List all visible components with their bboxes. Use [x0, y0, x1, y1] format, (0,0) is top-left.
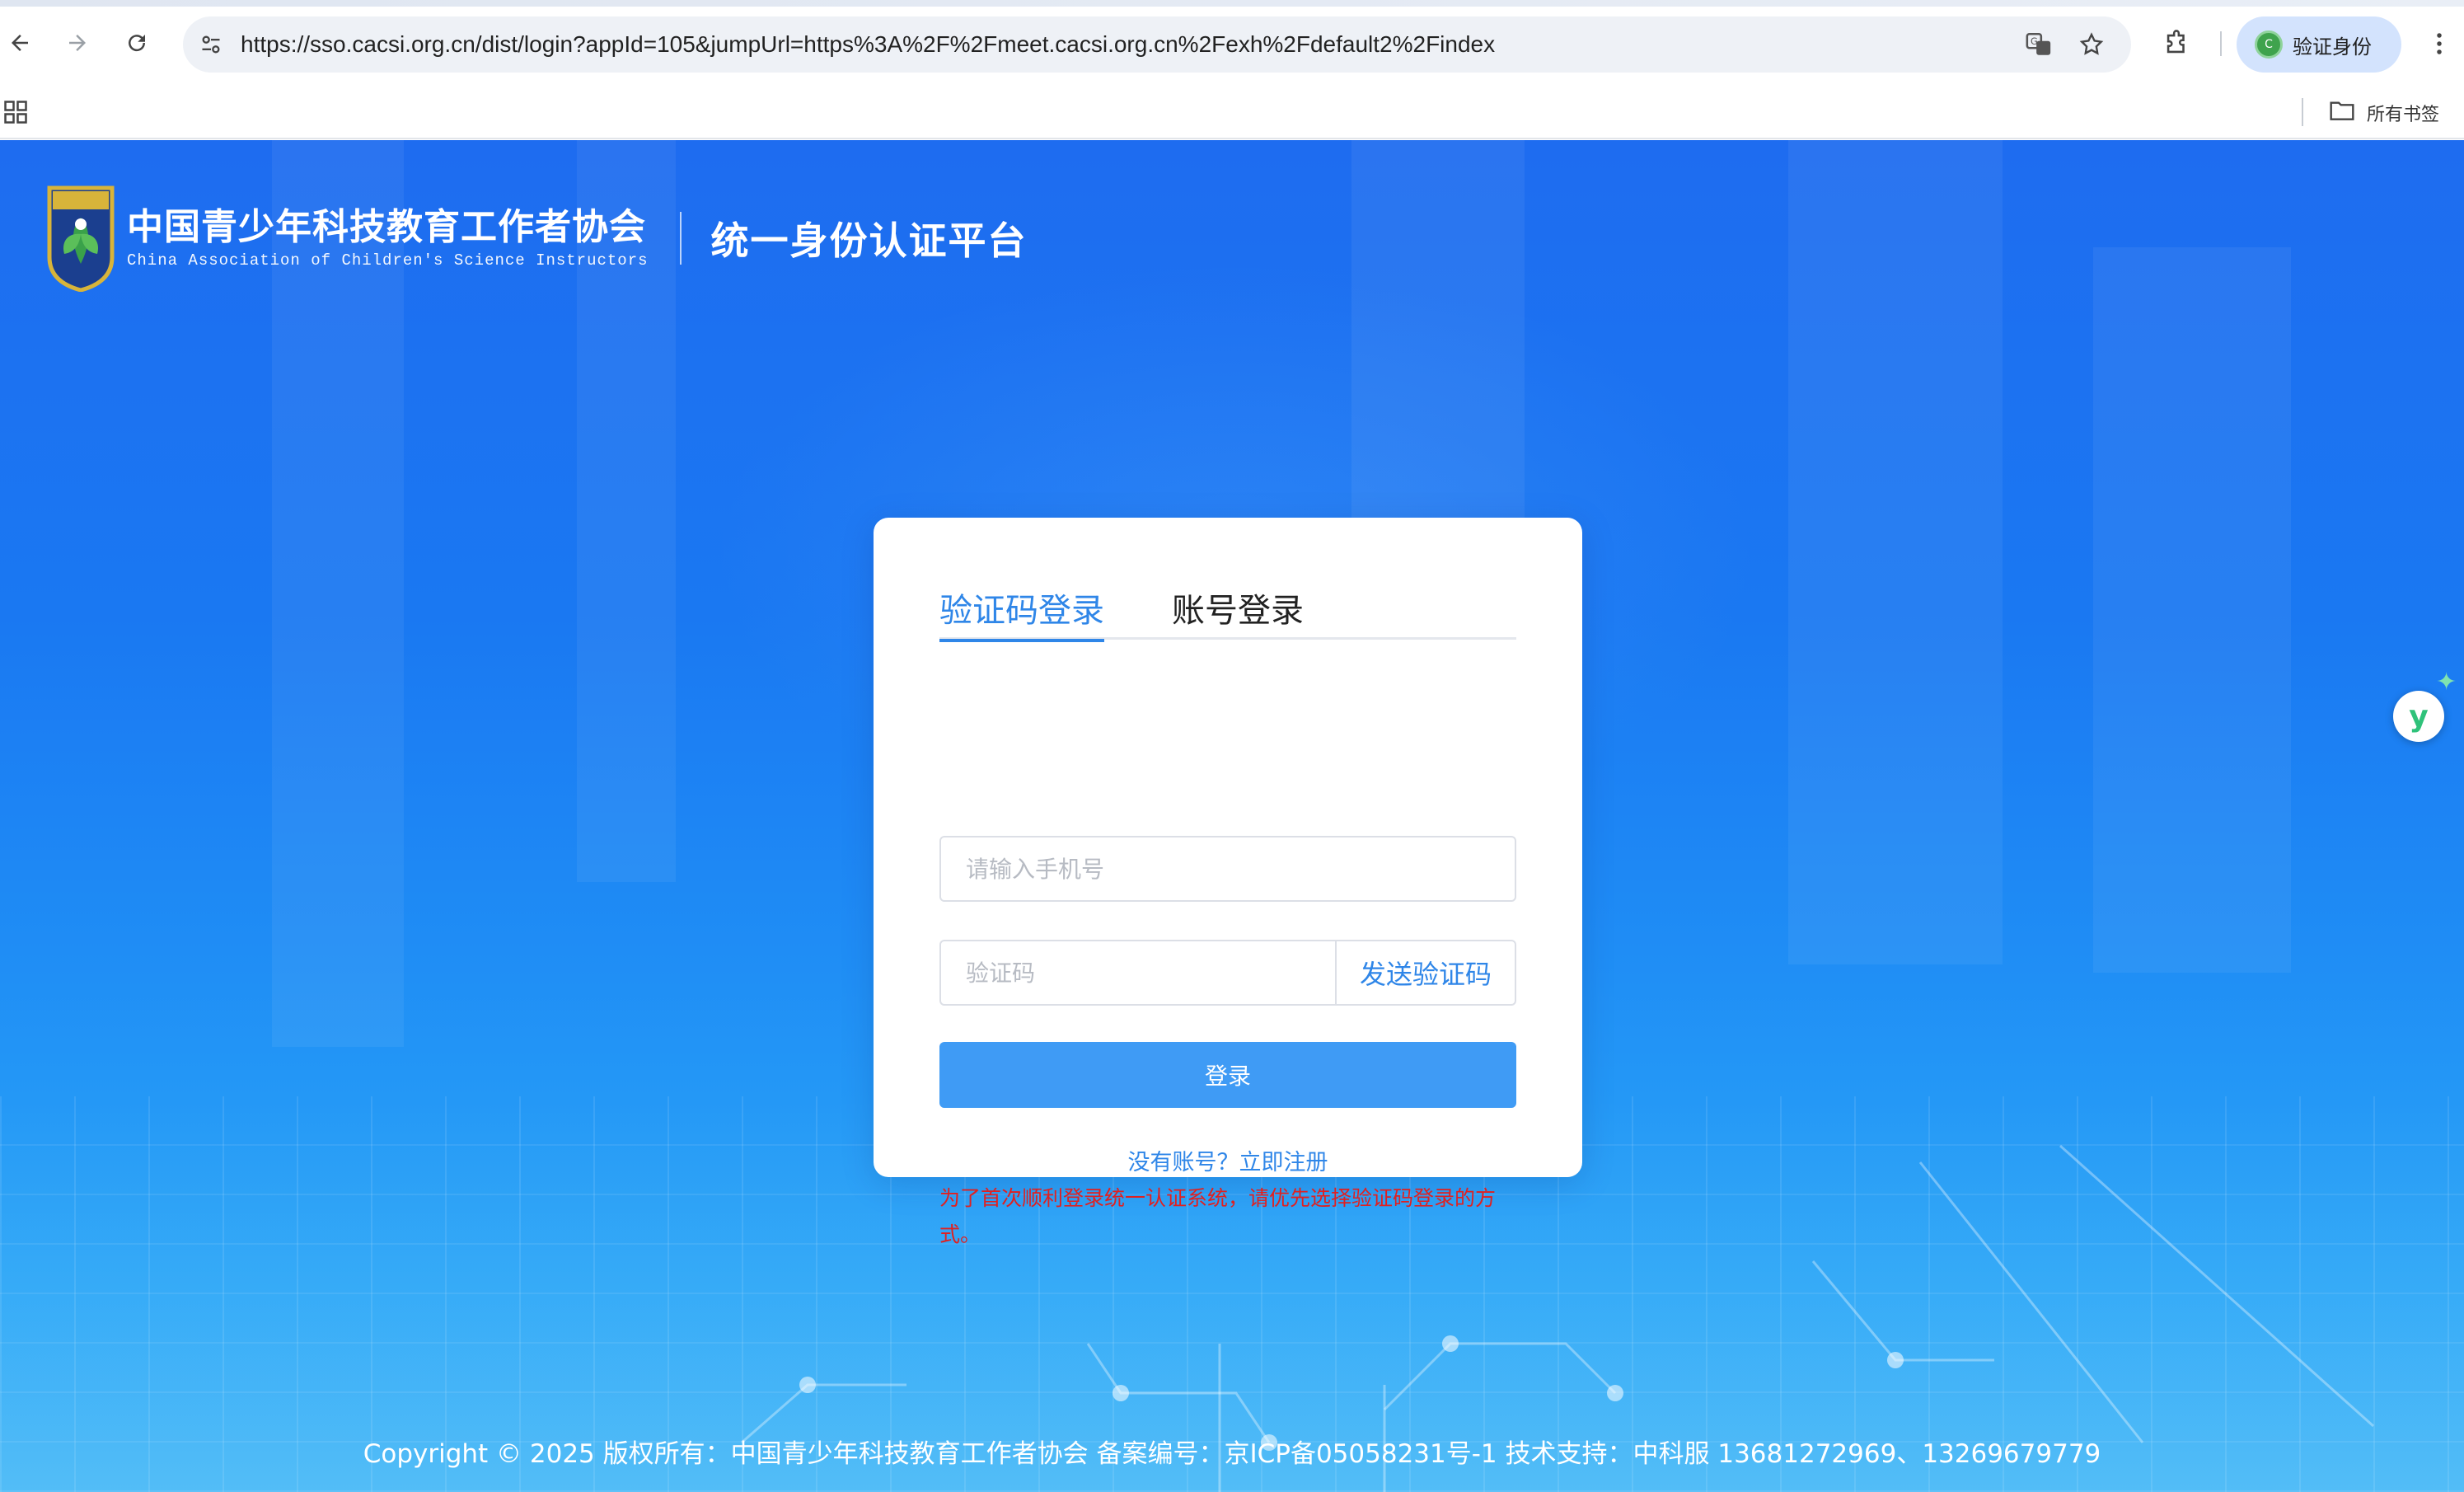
assistant-icon: y [2409, 699, 2429, 734]
browser-toolbar: https://sso.cacsi.org.cn/dist/login?appI… [0, 0, 2464, 87]
verification-code-input[interactable] [939, 940, 1335, 1006]
url-text[interactable]: https://sso.cacsi.org.cn/dist/login?appI… [241, 16, 1495, 73]
svg-text:G: G [2031, 35, 2038, 47]
login-card: 验证码登录 账号登录 发送验证码 登录 没有账号？立即注册 为了首次顺利登录统一… [874, 518, 1582, 1246]
profile-button[interactable]: C 验证身份 [2237, 16, 2401, 73]
address-bar[interactable]: https://sso.cacsi.org.cn/dist/login?appI… [183, 16, 2131, 73]
org-name-en: China Association of Children's Science … [127, 251, 649, 270]
floating-assistant-button[interactable]: y [2393, 691, 2444, 742]
bookmarks-bar: 所有书签 [0, 87, 2464, 139]
register-link[interactable]: 没有账号？立即注册 [874, 1144, 1582, 1176]
all-bookmarks-button[interactable]: 所有书签 [2329, 95, 2439, 131]
back-icon[interactable] [0, 23, 40, 63]
platform-title: 统一身份认证平台 [710, 218, 1028, 263]
login-tabs: 验证码登录 账号登录 [939, 590, 1516, 642]
phone-input[interactable] [939, 836, 1516, 902]
logo-divider [679, 212, 682, 265]
profile-avatar: C [2255, 30, 2283, 59]
login-page: 中国青少年科技教育工作者协会 China Association of Chil… [0, 140, 2464, 1492]
reload-icon[interactable] [117, 23, 157, 63]
bg-decoration [2093, 247, 2291, 973]
profile-label: 验证身份 [2293, 35, 2372, 59]
login-button[interactable]: 登录 [939, 1042, 1516, 1108]
all-bookmarks-label: 所有书签 [2367, 105, 2440, 125]
sparkle-icon: ✦ [2436, 668, 2457, 697]
translate-icon[interactable]: G [2021, 26, 2057, 63]
extensions-icon[interactable] [2156, 23, 2197, 64]
folder-icon [2329, 99, 2355, 127]
org-name-cn: 中国青少年科技教育工作者协会 [127, 206, 646, 248]
menu-icon[interactable] [2423, 23, 2456, 64]
bookmarks-divider [2302, 98, 2303, 126]
toolbar-divider [2220, 31, 2222, 56]
tab-account-login[interactable]: 账号登录 [1172, 590, 1304, 640]
site-info-icon[interactable] [193, 26, 229, 63]
verification-code-group: 发送验证码 [939, 940, 1516, 1006]
emblem-icon [47, 185, 115, 292]
star-icon[interactable] [2073, 26, 2110, 63]
footer-copyright: Copyright © 2025 版权所有：中国青少年科技教育工作者协会 备案编… [363, 1439, 2101, 1469]
tab-sms-login[interactable]: 验证码登录 [939, 590, 1104, 642]
send-code-button[interactable]: 发送验证码 [1335, 940, 1516, 1006]
tab-strip [0, 0, 2464, 7]
apps-icon[interactable] [3, 100, 28, 124]
site-logo[interactable]: 中国青少年科技教育工作者协会 China Association of Chil… [46, 185, 1028, 292]
login-notice: 为了首次顺利登录统一认证系统，请优先选择验证码登录的方式。 [939, 1186, 1497, 1246]
org-name: 中国青少年科技教育工作者协会 China Association of Chil… [127, 205, 649, 271]
bg-decoration [1788, 140, 2003, 964]
forward-icon[interactable] [58, 23, 97, 63]
